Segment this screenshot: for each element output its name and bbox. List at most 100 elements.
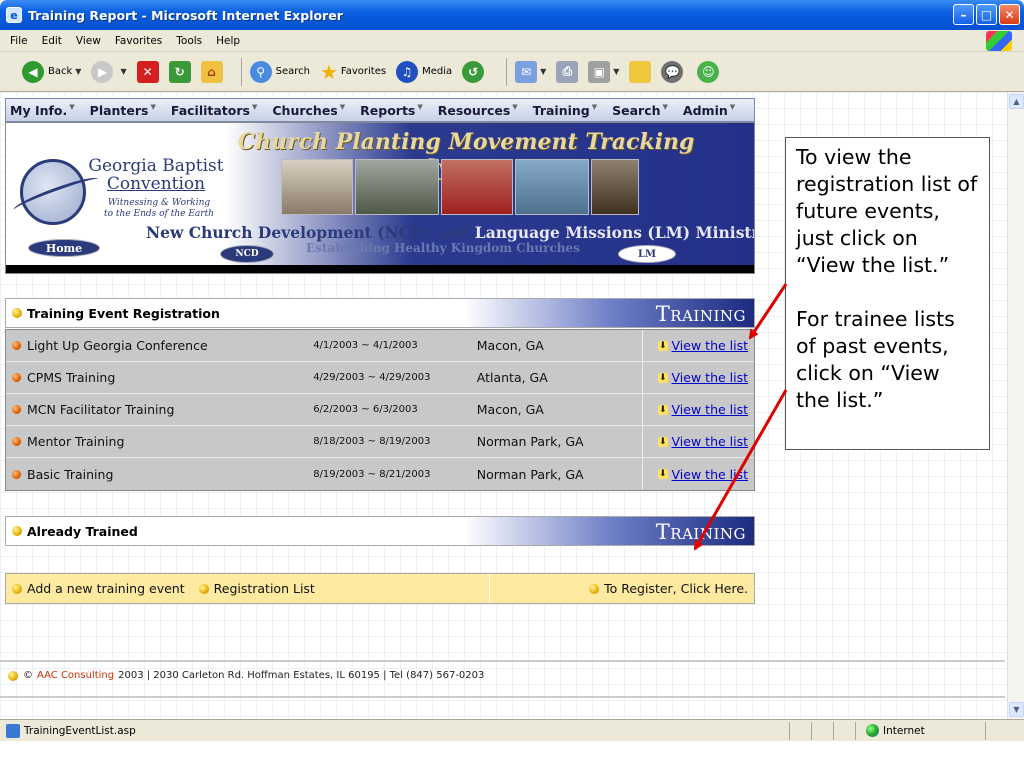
add-training-event-link[interactable]: Add a new training event — [12, 581, 185, 596]
event-location: Macon, GA — [476, 402, 544, 417]
callout-box: To view the registration list of future … — [785, 137, 990, 450]
event-dates: 4/1/2003 ~ 4/1/2003 — [313, 340, 418, 351]
status-cell — [790, 721, 812, 740]
register-link[interactable]: To Register, Click Here. — [490, 581, 754, 596]
menu-file[interactable]: File — [10, 35, 28, 47]
menu-favorites[interactable]: Favorites — [115, 35, 162, 47]
nav-training[interactable]: Training ▼ — [533, 103, 597, 118]
bullet-icon — [12, 405, 21, 414]
bullet-icon — [589, 583, 600, 594]
maximize-button[interactable]: □ — [976, 4, 997, 25]
scroll-down-icon[interactable]: ▼ — [1009, 702, 1024, 717]
menu-bar: File Edit View Favorites Tools Help — [0, 30, 1024, 52]
nav-resources[interactable]: Resources ▼ — [438, 103, 518, 118]
lm-button[interactable]: LM — [618, 245, 676, 263]
media-button[interactable]: ♫ Media — [396, 60, 453, 83]
back-label: Back — [48, 66, 73, 77]
callout-text-1: To view the registration list of future … — [796, 145, 978, 277]
home-button-banner[interactable]: Home — [28, 239, 100, 257]
edit-button[interactable]: ▣ ▼ — [588, 60, 619, 83]
training-badge: Training — [655, 302, 746, 326]
table-row: MCN Facilitator Training 6/2/2003 ~ 6/3/… — [6, 393, 754, 426]
photo-worship — [355, 159, 439, 215]
download-arrow-icon: ⬇ — [657, 469, 668, 479]
windows-logo-icon — [986, 31, 1012, 51]
nav-reports[interactable]: Reports ▼ — [360, 103, 423, 118]
nav-admin[interactable]: Admin ▼ — [683, 103, 735, 118]
banner-divider — [6, 265, 754, 273]
footer: © AAC Consulting 2003 | 2030 Carleton Rd… — [8, 670, 484, 681]
favorites-button[interactable]: ★ Favorites — [320, 60, 386, 84]
footer-divider — [0, 696, 1005, 698]
bullet-icon — [12, 308, 22, 318]
view-list-link[interactable]: View the list — [672, 402, 748, 417]
events-table: Light Up Georgia Conference 4/1/2003 ~ 4… — [5, 329, 755, 491]
download-arrow-icon: ⬇ — [657, 340, 668, 351]
messenger-button[interactable]: ☺ — [697, 60, 723, 83]
org-tagline: Witnessing & Working to the Ends of the … — [84, 198, 234, 220]
folder-button[interactable] — [629, 60, 652, 83]
nav-search[interactable]: Search ▼ — [612, 103, 668, 118]
minimize-button[interactable]: – — [953, 4, 974, 25]
event-name: Light Up Georgia Conference — [6, 338, 313, 353]
registration-title: Training Event Registration — [12, 306, 220, 321]
nav-churches[interactable]: Churches ▼ — [272, 103, 345, 118]
history-button[interactable]: ↺ — [462, 60, 488, 83]
stop-button[interactable]: ✕ — [136, 60, 159, 83]
already-trained-header: Already Trained Training — [5, 516, 755, 546]
tagline-line2: to the Ends of the Earth — [104, 209, 214, 219]
window-controls: – □ ✕ — [953, 4, 1020, 25]
event-location: Atlanta, GA — [476, 370, 548, 385]
event-name: MCN Facilitator Training — [6, 402, 313, 417]
download-arrow-icon: ⬇ — [657, 436, 668, 447]
view-list-cell: ⬇ View the list — [642, 329, 754, 362]
back-button[interactable]: ◀ Back ▼ — [22, 60, 81, 83]
event-dates: 4/29/2003 ~ 4/29/2003 — [313, 372, 431, 383]
banner-photos — [281, 159, 639, 215]
status-cell — [812, 721, 834, 740]
view-list-link[interactable]: View the list — [672, 370, 748, 385]
window-title: Training Report - Microsoft Internet Exp… — [28, 7, 343, 23]
ncd-button[interactable]: NCD — [220, 245, 274, 263]
bullet-icon — [198, 583, 209, 594]
view-list-link[interactable]: View the list — [672, 467, 748, 482]
view-list-link[interactable]: View the list — [672, 338, 748, 353]
nav-facilitators[interactable]: Facilitators ▼ — [171, 103, 257, 118]
mail-button[interactable]: ✉ ▼ — [515, 60, 547, 83]
site-banner: Church Planting Movement Tracking System… — [5, 122, 755, 274]
registration-list-link[interactable]: Registration List — [198, 581, 315, 596]
toolbar-separator — [240, 57, 242, 86]
company-link[interactable]: AAC Consulting — [37, 670, 114, 681]
close-button[interactable]: ✕ — [999, 4, 1020, 25]
forward-arrow-icon: ▶ — [91, 60, 114, 83]
site-nav: My Info. ▼ Planters ▼ Facilitators ▼ Church… — [5, 98, 755, 122]
discuss-button[interactable]: 💬 — [661, 60, 687, 83]
view-list-cell: ⬇ View the list — [642, 393, 754, 426]
print-button[interactable]: ⎙ — [556, 60, 579, 83]
history-icon: ↺ — [462, 60, 485, 83]
dropdown-arrow-icon: ▼ — [540, 67, 547, 76]
internet-globe-icon — [866, 724, 879, 737]
nav-my-info[interactable]: My Info. ▼ — [10, 103, 75, 118]
download-arrow-icon: ⬇ — [657, 372, 668, 383]
table-row: Mentor Training 8/18/2003 ~ 8/19/2003 No… — [6, 425, 754, 458]
view-list-cell: ⬇ View the list — [642, 425, 754, 458]
event-location: Norman Park, GA — [476, 466, 584, 482]
menu-view[interactable]: View — [76, 35, 101, 47]
refresh-button[interactable]: ↻ — [168, 60, 191, 83]
footer-divider — [0, 660, 1005, 662]
media-icon: ♫ — [396, 60, 419, 83]
media-label: Media — [422, 66, 453, 77]
menu-help[interactable]: Help — [216, 35, 240, 47]
menu-edit[interactable]: Edit — [42, 35, 62, 47]
view-list-link[interactable]: View the list — [672, 434, 748, 449]
menu-tools[interactable]: Tools — [176, 35, 202, 47]
search-button[interactable]: ⚲ Search — [249, 60, 310, 83]
home-button[interactable]: ⌂ — [200, 60, 223, 83]
vertical-scrollbar[interactable]: ▲ ▼ — [1007, 92, 1024, 719]
scroll-up-icon[interactable]: ▲ — [1009, 94, 1024, 109]
forward-button[interactable]: ▶ ▼ — [91, 60, 127, 83]
favorites-label: Favorites — [340, 66, 387, 77]
print-icon: ⎙ — [556, 60, 579, 83]
nav-planters[interactable]: Planters ▼ — [90, 103, 156, 118]
